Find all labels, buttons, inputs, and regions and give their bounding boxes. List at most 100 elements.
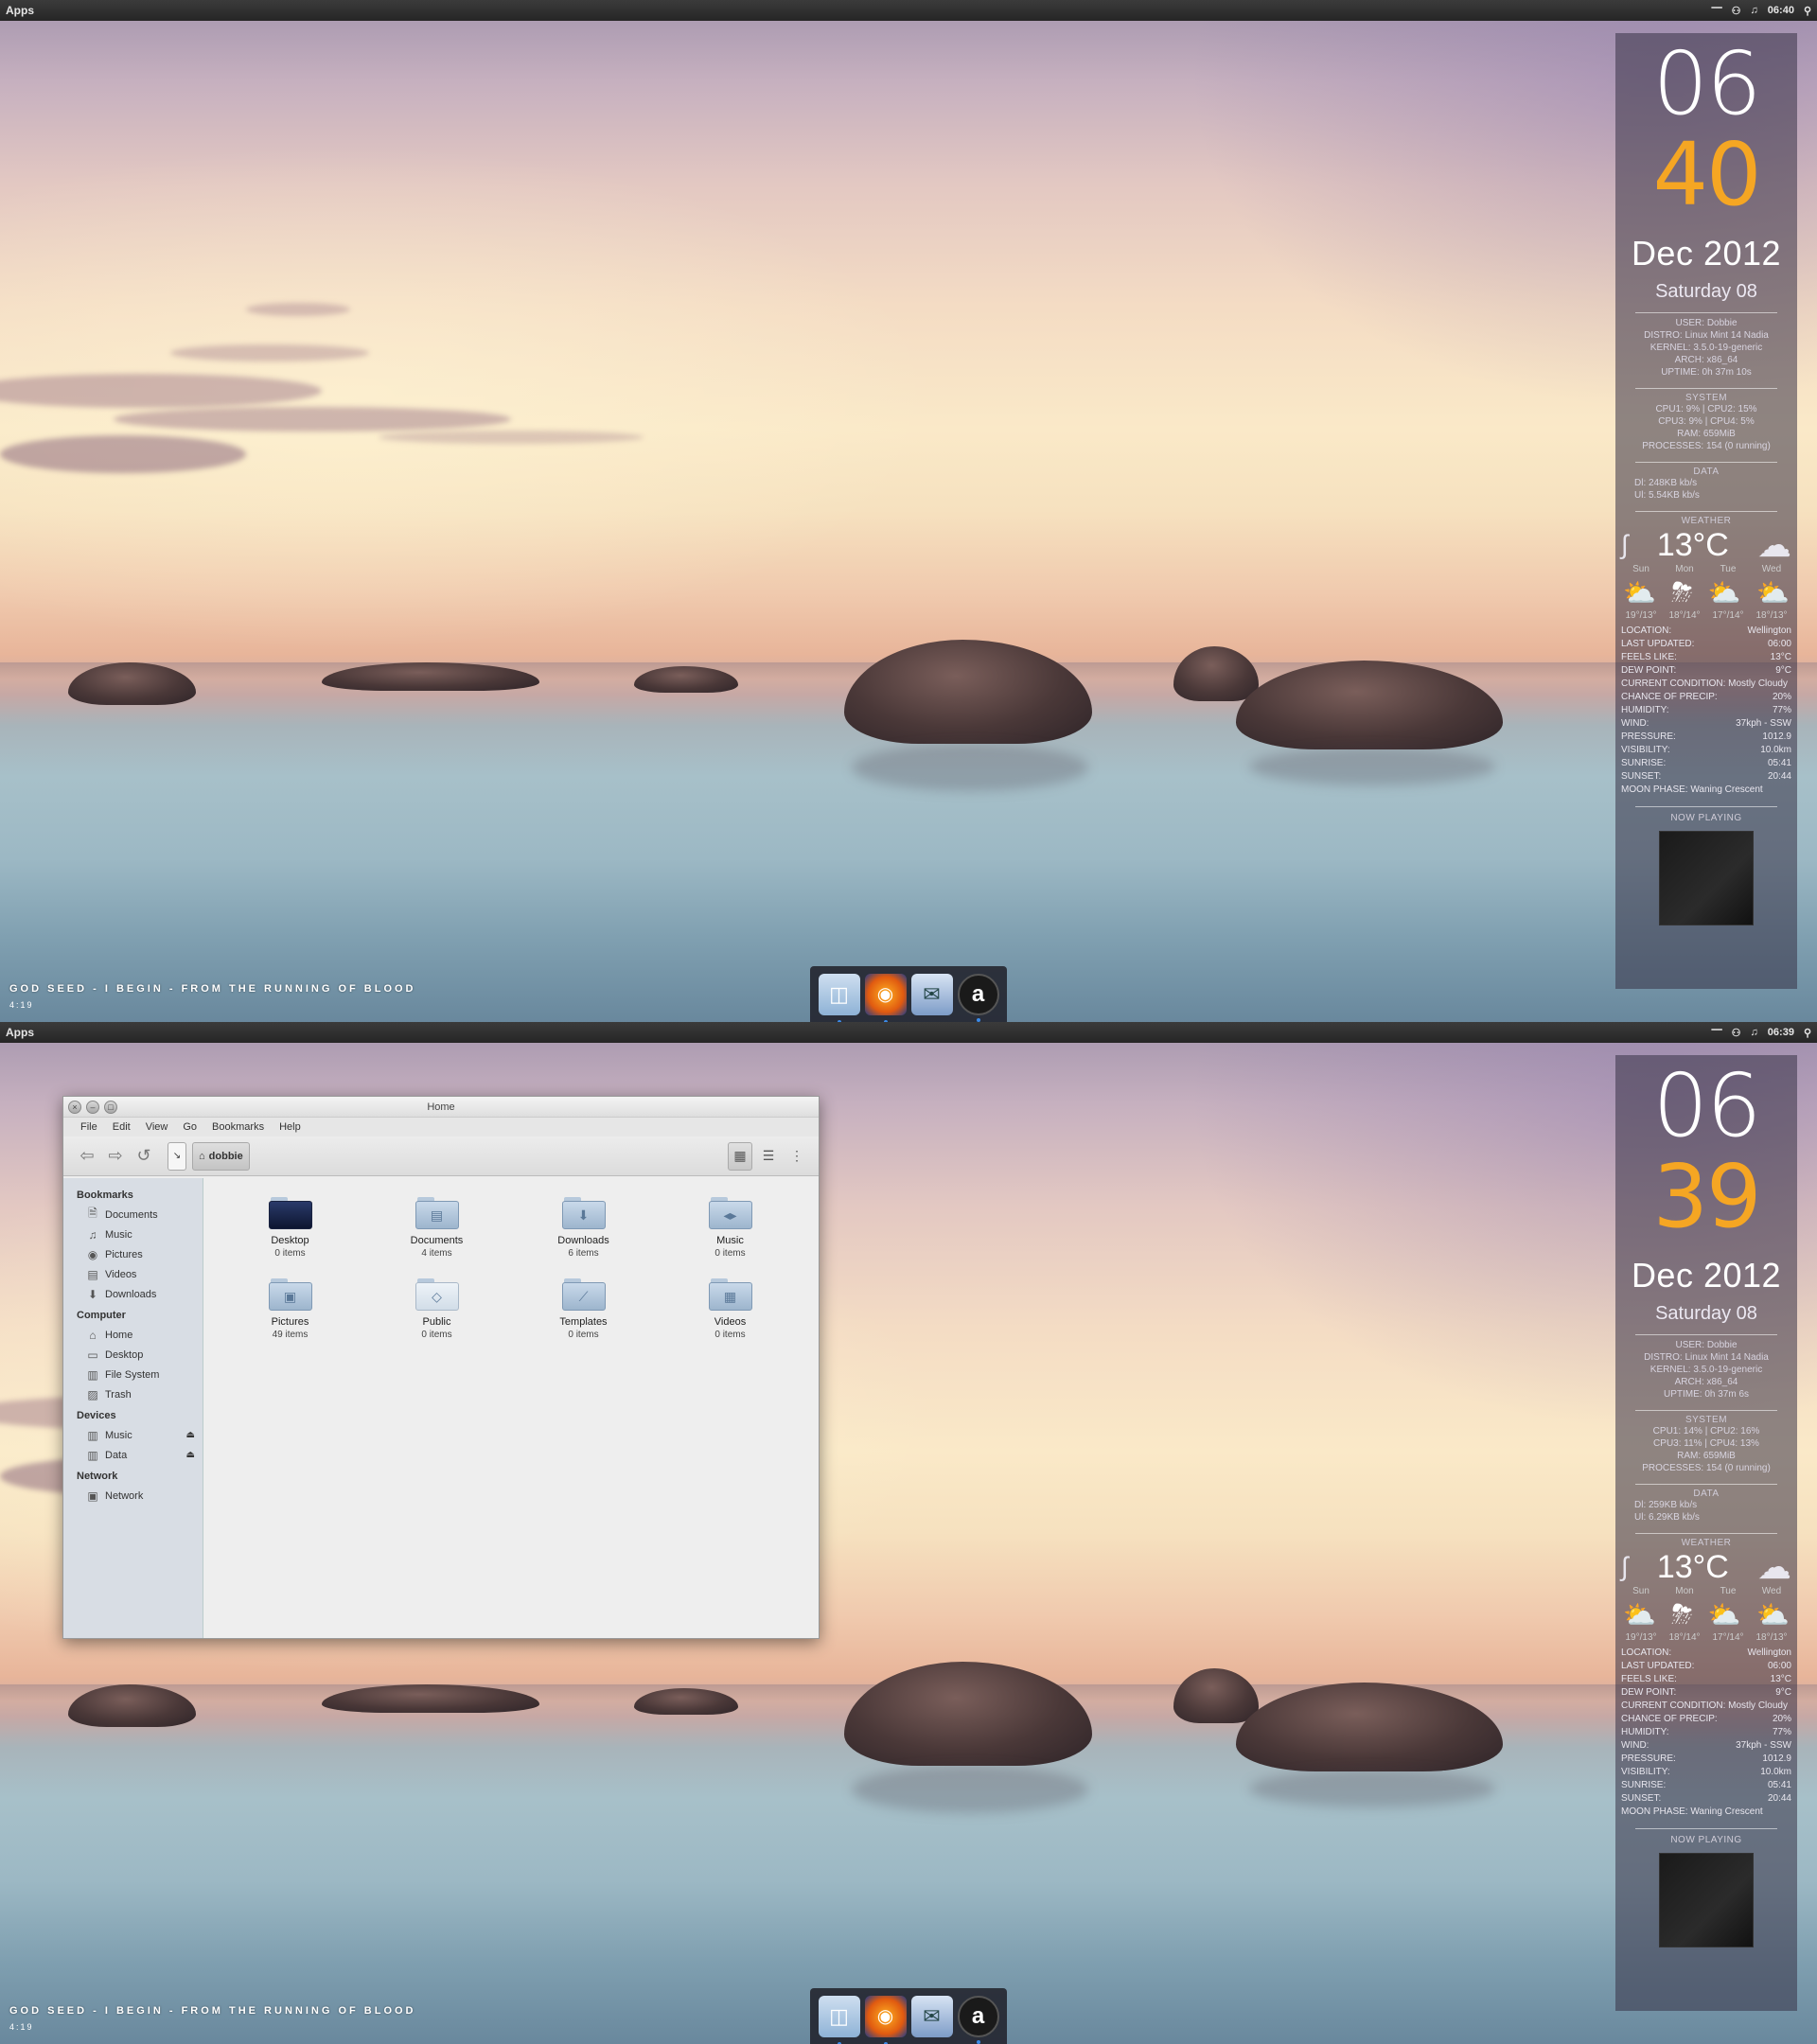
window-titlebar[interactable]: × – □ Home — [63, 1097, 819, 1118]
weather-detail-row: WIND: 37kph - SSW — [1621, 718, 1791, 729]
weather-detail-row: LOCATION: Wellington — [1621, 626, 1791, 636]
system-info: CPU1: 9% | CPU2: 15% CPU3: 9% | CPU4: 5% R… — [1642, 404, 1771, 451]
mail-launcher[interactable]: ✉ — [910, 973, 953, 1015]
system-info: CPU1: 14% | CPU2: 16% CPU3: 11% | CPU4: 1… — [1642, 1426, 1771, 1473]
sidebar-item-network[interactable]: ▣ Network — [63, 1486, 203, 1506]
clock-hours: 06 — [1652, 1055, 1761, 1156]
amazon-launcher[interactable]: a — [957, 1995, 999, 2044]
weather-detail-row: HUMIDITY: 77% — [1621, 705, 1791, 715]
mail-launcher[interactable]: ✉ — [910, 1995, 953, 2037]
weather-detail-row: FEELS LIKE: 13°C — [1621, 652, 1791, 662]
forecast-temps: 19°/13° 18°/14° 17°/14° 18°/13° — [1625, 610, 1788, 621]
firefox-launcher[interactable]: ◉ — [864, 973, 907, 1022]
sidebar-item-pictures[interactable]: ◉ Pictures — [63, 1244, 203, 1264]
network-data: Dl: 248KB kb/s Ul: 5.54KB kb/s — [1634, 478, 1700, 501]
wallpaper — [0, 0, 1817, 1022]
file-item-music[interactable]: ◂▸ Music 0 items — [657, 1189, 803, 1271]
weather-detail-row: CHANCE OF PRECIP: 20% — [1621, 692, 1791, 702]
partly-cloudy-icon: ⛅ — [1755, 1599, 1790, 1630]
file-name: Documents — [410, 1235, 464, 1246]
path-toggle-button[interactable]: ↘ — [168, 1141, 186, 1171]
divider — [1635, 511, 1777, 512]
divider — [1635, 462, 1777, 463]
file-count: 0 items — [421, 1330, 452, 1340]
file-item-templates[interactable]: ⟋ Templates 0 items — [510, 1271, 657, 1352]
temperature: 13°C — [1656, 1548, 1729, 1585]
network-icon[interactable]: ⚇ — [1732, 1027, 1741, 1039]
menu-file[interactable]: File — [73, 1121, 105, 1133]
mail-bird-icon: ✉ — [923, 2003, 941, 2028]
amazon-launcher[interactable]: a — [957, 973, 999, 1022]
music-icon[interactable]: ♫ — [1751, 5, 1758, 16]
sidebar-item-music[interactable]: ♫ Music — [63, 1225, 203, 1244]
forecast-temps: 19°/13° 18°/14° 17°/14° 18°/13° — [1625, 1632, 1788, 1643]
maximize-icon[interactable]: □ — [104, 1100, 117, 1114]
sidebar: Bookmarks 🗎 Documents ♫ Music ◉ Pictures ▤ Video… — [63, 1178, 203, 1638]
divider — [1635, 1828, 1777, 1829]
file-item-public[interactable]: ◇ Public 0 items — [363, 1271, 510, 1352]
compact-view-button[interactable]: ⋮ — [785, 1142, 809, 1171]
file-item-downloads[interactable]: ⬇ Downloads 6 items — [510, 1189, 657, 1271]
file-item-videos[interactable]: ▦ Videos 0 items — [657, 1271, 803, 1352]
downloads-folder-icon: ⬇ — [561, 1197, 606, 1229]
file-item-pictures[interactable]: ▣ Pictures 49 items — [217, 1271, 363, 1352]
minimize-icon[interactable]: – — [86, 1100, 99, 1114]
system-header: SYSTEM — [1685, 1415, 1728, 1425]
close-icon[interactable]: × — [68, 1100, 81, 1114]
music-icon: ♫ — [88, 1227, 97, 1242]
home-icon: ⌂ — [89, 1328, 97, 1342]
clock[interactable]: 06:39 — [1768, 1027, 1794, 1038]
menu-help[interactable]: Help — [272, 1121, 309, 1133]
partly-cloudy-icon: ⛅ — [1623, 1599, 1656, 1630]
eject-icon[interactable]: ⏏ — [186, 1450, 195, 1460]
breadcrumb[interactable]: ⌂ dobbie — [192, 1141, 250, 1171]
files-launcher[interactable]: ◫ — [818, 1995, 860, 2044]
weather-detail-row: CURRENT CONDITION: Mostly Cloudy — [1621, 1700, 1788, 1711]
mail-bird-icon: ✉ — [923, 981, 941, 1006]
sidebar-item-label: Music — [105, 1228, 132, 1241]
forward-icon[interactable]: ⇨ — [101, 1144, 130, 1169]
music-folder-icon: ◂▸ — [708, 1197, 752, 1229]
file-item-desktop[interactable]: Desktop 0 items — [217, 1189, 363, 1271]
cloud-icon: ☁ — [1756, 525, 1791, 564]
music-icon[interactable]: ♫ — [1751, 1027, 1758, 1038]
desktop-screen-2: Apps ⎻ ⚇ ♫ 06:39 ⚲ 06 39 Dec 2012 Saturd… — [0, 1022, 1817, 2044]
sidebar-item-downloads[interactable]: ⬇ Downloads — [63, 1284, 203, 1304]
weather-detail-row: DEW POINT: 9°C — [1621, 1687, 1791, 1698]
menu-view[interactable]: View — [138, 1121, 176, 1133]
apps-menu[interactable]: Apps — [6, 4, 34, 17]
eject-icon[interactable]: ⏏ — [186, 1430, 195, 1440]
sidebar-item-music[interactable]: ▥ Music ⏏ — [63, 1425, 203, 1445]
menu-bookmarks[interactable]: Bookmarks — [204, 1121, 272, 1133]
menu-go[interactable]: Go — [175, 1121, 204, 1133]
file-item-documents[interactable]: ▤ Documents 4 items — [363, 1189, 510, 1271]
files-launcher[interactable]: ◫ — [818, 973, 860, 1022]
back-icon[interactable]: ⇦ — [73, 1144, 101, 1169]
desktop-screen-1: Apps ⎻ ⚇ ♫ 06:40 ⚲ 06 40 Dec 2012 Saturd… — [0, 0, 1817, 1022]
network-icon[interactable]: ⚇ — [1732, 5, 1741, 17]
sidebar-item-desktop[interactable]: ▭ Desktop — [63, 1345, 203, 1365]
sidebar-item-home[interactable]: ⌂ Home — [63, 1325, 203, 1345]
file-count: 0 items — [714, 1248, 746, 1259]
list-view-button[interactable]: ☰ — [756, 1142, 781, 1171]
sidebar-item-videos[interactable]: ▤ Videos — [63, 1264, 203, 1284]
sidebar-item-trash[interactable]: ▨ Trash — [63, 1384, 203, 1404]
icon-view-button[interactable]: ▦ — [728, 1141, 752, 1171]
weather-detail-row: FEELS LIKE: 13°C — [1621, 1674, 1791, 1684]
power-icon[interactable]: ⎻ — [1712, 5, 1722, 17]
reload-icon[interactable]: ↺ — [130, 1144, 158, 1169]
apps-menu[interactable]: Apps — [6, 1026, 34, 1039]
videos-folder-icon: ▦ — [708, 1278, 752, 1311]
menu-edit[interactable]: Edit — [105, 1121, 138, 1133]
file-name: Downloads — [557, 1235, 609, 1246]
power-icon[interactable]: ⎻ — [1712, 1027, 1722, 1039]
sidebar-item-documents[interactable]: 🗎 Documents — [63, 1205, 203, 1225]
sidebar-item-file-system[interactable]: ▥ File System — [63, 1365, 203, 1384]
clock[interactable]: 06:40 — [1768, 5, 1794, 16]
search-icon[interactable]: ⚲ — [1804, 5, 1811, 17]
firefox-launcher[interactable]: ◉ — [864, 1995, 907, 2044]
sidebar-item-data[interactable]: ▥ Data ⏏ — [63, 1445, 203, 1465]
weather-detail-row: SUNSET: 20:44 — [1621, 1793, 1791, 1804]
search-icon[interactable]: ⚲ — [1804, 1027, 1811, 1039]
weather-detail-row: CURRENT CONDITION: Mostly Cloudy — [1621, 678, 1788, 689]
